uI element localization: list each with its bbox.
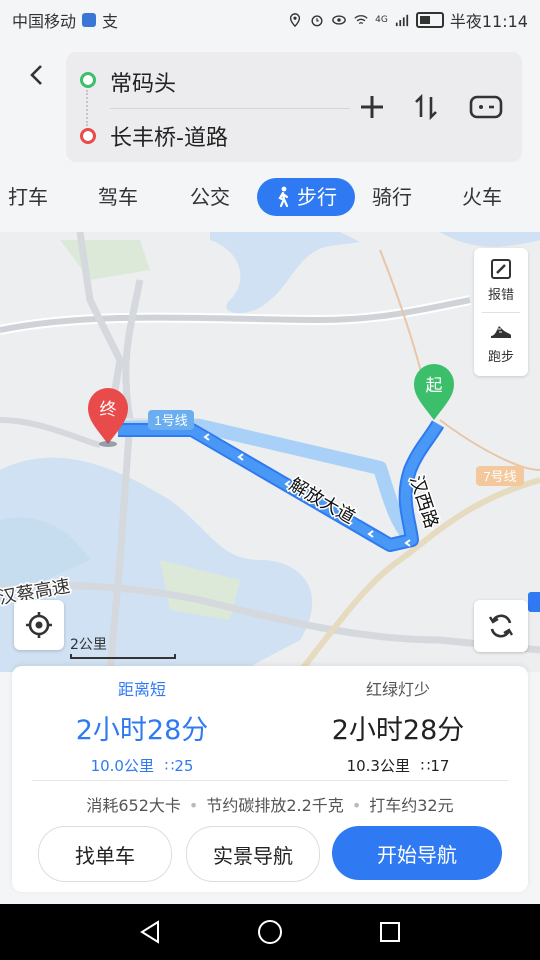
status-bar: 中国移动 支 4G 半夜11:14	[0, 0, 540, 36]
route-stats: 消耗652大卡 • 节约碳排放2.2千克 • 打车约32元	[12, 792, 528, 816]
system-nav-bar	[0, 904, 540, 960]
location-icon	[290, 13, 301, 27]
square-recents-icon	[380, 922, 400, 942]
tools-divider	[482, 312, 520, 313]
travel-mode-tabs: 打车 驾车 公交 步行 骑行 火车	[0, 174, 540, 220]
walk-icon	[278, 186, 289, 208]
report-error-button[interactable]: 报错	[474, 254, 528, 310]
carrier-label: 中国移动	[12, 12, 77, 31]
start-location-field[interactable]: 常码头	[110, 66, 176, 98]
refresh-route-button[interactable]	[474, 600, 528, 652]
tab-walk[interactable]: 步行	[257, 178, 355, 216]
route-option-fewer-lights[interactable]: 红绿灯少 2小时28分 10.3公里 ∷17	[278, 676, 518, 776]
route-connector	[86, 90, 88, 126]
run-label: 跑步	[487, 350, 514, 365]
route-option-tag: 红绿灯少	[365, 680, 430, 699]
tab-bike[interactable]: 骑行	[372, 178, 412, 216]
alarm-icon	[311, 15, 323, 27]
locate-button[interactable]	[14, 600, 64, 650]
route-option-details: 10.0公里 ∷25	[22, 755, 262, 776]
clock: 半夜11:14	[449, 12, 528, 31]
taxi-fare-stat: 打车约32元	[369, 796, 454, 815]
find-bike-button[interactable]: 找单车	[38, 826, 172, 882]
start-pin-label: 起	[426, 376, 443, 396]
tab-train[interactable]: 火车	[462, 178, 502, 216]
nav-home-button[interactable]	[250, 916, 290, 948]
options-icon	[469, 95, 503, 119]
run-button[interactable]: 跑步	[474, 316, 528, 372]
route-option-time: 2小时28分	[75, 715, 209, 746]
nav-back-button[interactable]	[130, 916, 170, 948]
separator-dot: •	[351, 796, 362, 815]
nav-recents-button[interactable]	[370, 916, 410, 948]
triangle-back-icon	[140, 920, 159, 944]
chevron-left-icon	[30, 65, 42, 85]
tab-taxi[interactable]: 打车	[8, 178, 48, 216]
separator-dot: •	[188, 796, 199, 815]
route-option-time: 2小时28分	[331, 715, 465, 746]
wifi-icon	[354, 15, 368, 25]
eye-icon	[332, 15, 346, 25]
signal-icon	[395, 14, 408, 27]
route-option-details: 10.3公里 ∷17	[278, 755, 518, 776]
more-options-button[interactable]	[464, 90, 508, 124]
swap-button[interactable]	[406, 90, 446, 124]
traffic-light-icon: ∷	[164, 757, 175, 775]
scale-label: 2公里	[70, 637, 107, 653]
ar-navigation-button[interactable]: 实景导航	[186, 826, 320, 882]
network-type: 4G	[375, 15, 388, 25]
calories-stat: 消耗652大卡	[86, 796, 181, 815]
carbon-stat: 节约碳排放2.2千克	[206, 796, 344, 815]
traffic-light-count: 25	[174, 757, 194, 775]
crosshair-icon	[26, 612, 52, 638]
traffic-light-icon: ∷	[420, 757, 431, 775]
back-button[interactable]	[20, 58, 54, 92]
route-distance: 10.0公里	[90, 757, 154, 775]
offscreen-marker	[528, 592, 540, 612]
scale-bar	[70, 654, 176, 659]
battery-icon	[415, 12, 444, 28]
alipay-icon: 支	[102, 12, 119, 31]
map-tools-panel: 报错 跑步	[474, 248, 528, 376]
report-error-label: 报错	[487, 288, 514, 303]
tab-drive[interactable]: 驾车	[98, 178, 138, 216]
plus-icon	[361, 96, 383, 118]
map-view[interactable]: 1号线 7号线 解放大道 汉西路 汉蔡高速 终 起	[0, 232, 540, 672]
metro1-label: 1号线	[154, 413, 187, 428]
refresh-icon	[488, 614, 514, 638]
shield-icon	[82, 13, 97, 27]
start-dot-icon	[80, 72, 96, 88]
edit-icon	[491, 259, 511, 279]
shoe-icon	[491, 326, 511, 338]
start-navigation-button[interactable]: 开始导航	[332, 826, 502, 880]
route-option-tag: 距离短	[117, 680, 166, 699]
metro7-label: 7号线	[483, 469, 516, 484]
route-options-card: 距离短 2小时28分 10.0公里 ∷25 红绿灯少 2小时28分 10.3公里…	[12, 666, 528, 892]
tab-walk-label: 步行	[297, 185, 337, 209]
add-waypoint-button[interactable]	[352, 90, 392, 124]
end-pin-label: 终	[100, 400, 117, 420]
swap-icon	[415, 93, 437, 121]
divider	[32, 780, 508, 781]
route-distance: 10.3公里	[346, 757, 410, 775]
tab-bus[interactable]: 公交	[190, 178, 230, 216]
end-dot-icon	[80, 128, 96, 144]
home-circle-icon	[258, 920, 282, 944]
end-location-field[interactable]: 长丰桥-道路	[110, 120, 228, 152]
route-input-card: 常码头 长丰桥-道路	[66, 52, 522, 162]
divider	[110, 108, 350, 109]
traffic-light-count: 17	[430, 757, 450, 775]
route-option-shortest[interactable]: 距离短 2小时28分 10.0公里 ∷25	[22, 676, 262, 776]
